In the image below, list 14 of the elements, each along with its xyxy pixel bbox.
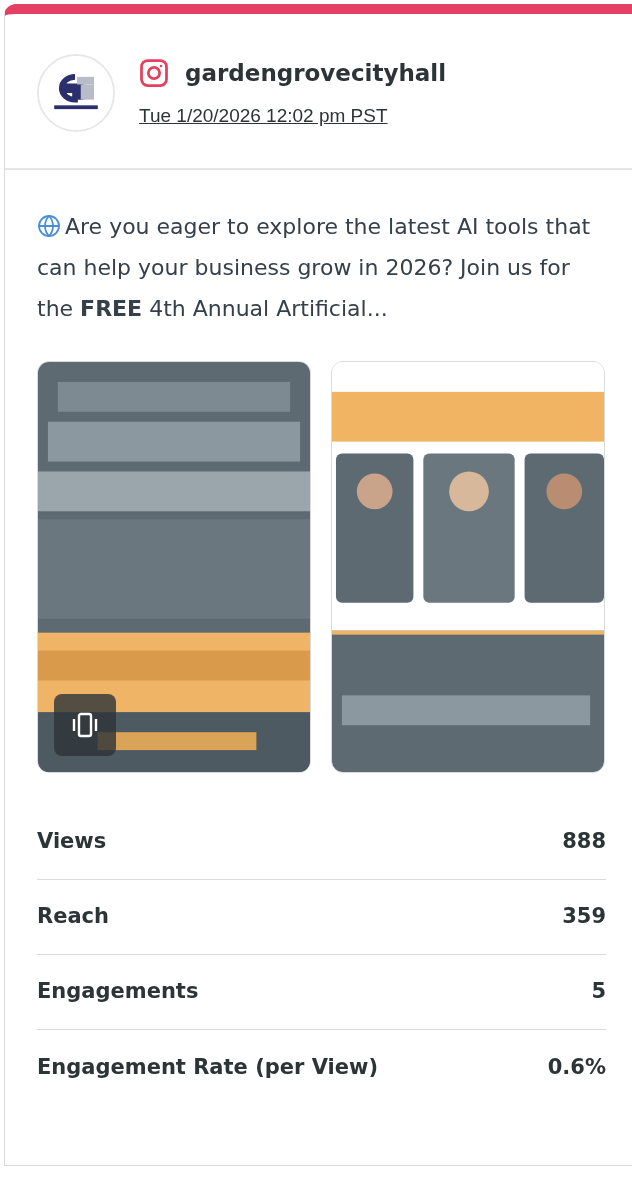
stat-label: Views (37, 828, 107, 856)
stat-value: 359 (562, 903, 606, 931)
carousel-icon (54, 694, 116, 756)
stat-value: 888 (562, 828, 606, 856)
stat-label: Engagement Rate (per View) (37, 1053, 378, 1081)
stat-label: Reach (37, 903, 109, 931)
post-timestamp-link[interactable]: Tue 1/20/2026 12:02 pm PST (139, 102, 447, 131)
post-text: Are you eager to explore the latest AI tools that can help your business grow in 2026? Join us for the FREE 4th Annual Artificial... (37, 213, 592, 323)
stat-label: Engagements (37, 978, 199, 1006)
stat-value: 5 (591, 978, 606, 1006)
stat-value: 0.6% (547, 1053, 606, 1081)
globe-icon (37, 214, 61, 238)
account-name: gardengrovecityhall (185, 58, 447, 88)
instagram-icon (139, 57, 169, 88)
